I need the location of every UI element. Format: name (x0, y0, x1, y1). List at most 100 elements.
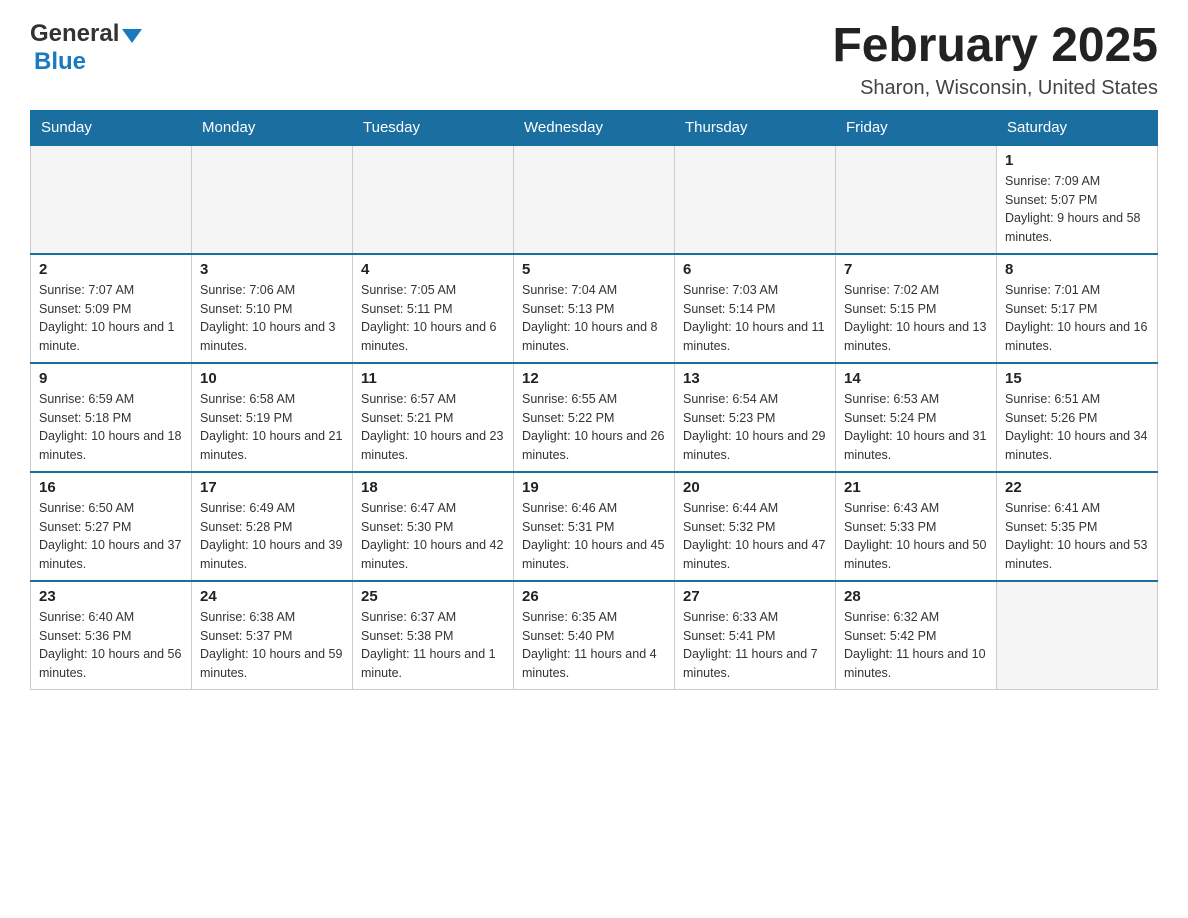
calendar-day-cell: 25Sunrise: 6:37 AMSunset: 5:38 PMDayligh… (353, 581, 514, 690)
day-info-text: Sunset: 5:07 PM (1005, 191, 1149, 210)
calendar-day-cell: 14Sunrise: 6:53 AMSunset: 5:24 PMDayligh… (836, 363, 997, 472)
calendar-day-cell: 15Sunrise: 6:51 AMSunset: 5:26 PMDayligh… (997, 363, 1158, 472)
day-info-text: Sunset: 5:26 PM (1005, 409, 1149, 428)
calendar-day-header: Wednesday (514, 110, 675, 145)
day-info-text: Sunrise: 6:41 AM (1005, 499, 1149, 518)
day-number: 10 (200, 370, 344, 387)
day-info-text: Sunset: 5:42 PM (844, 627, 988, 646)
calendar-day-cell: 9Sunrise: 6:59 AMSunset: 5:18 PMDaylight… (31, 363, 192, 472)
day-info-text: Sunrise: 6:59 AM (39, 390, 183, 409)
day-number: 28 (844, 588, 988, 605)
day-number: 4 (361, 261, 505, 278)
calendar-week-row: 2Sunrise: 7:07 AMSunset: 5:09 PMDaylight… (31, 254, 1158, 363)
calendar-day-cell (836, 145, 997, 254)
day-number: 24 (200, 588, 344, 605)
calendar-week-row: 9Sunrise: 6:59 AMSunset: 5:18 PMDaylight… (31, 363, 1158, 472)
day-info-text: Daylight: 10 hours and 47 minutes. (683, 536, 827, 574)
calendar-day-cell: 18Sunrise: 6:47 AMSunset: 5:30 PMDayligh… (353, 472, 514, 581)
calendar-day-cell (675, 145, 836, 254)
calendar-day-cell: 3Sunrise: 7:06 AMSunset: 5:10 PMDaylight… (192, 254, 353, 363)
day-info-text: Sunrise: 6:47 AM (361, 499, 505, 518)
day-info-text: Daylight: 10 hours and 31 minutes. (844, 427, 988, 465)
day-number: 20 (683, 479, 827, 496)
day-info-text: Sunset: 5:09 PM (39, 300, 183, 319)
day-info-text: Sunset: 5:27 PM (39, 518, 183, 537)
day-info-text: Daylight: 10 hours and 26 minutes. (522, 427, 666, 465)
calendar-day-cell: 13Sunrise: 6:54 AMSunset: 5:23 PMDayligh… (675, 363, 836, 472)
day-number: 7 (844, 261, 988, 278)
calendar-day-cell: 6Sunrise: 7:03 AMSunset: 5:14 PMDaylight… (675, 254, 836, 363)
day-info-text: Sunrise: 7:03 AM (683, 281, 827, 300)
day-number: 26 (522, 588, 666, 605)
day-number: 13 (683, 370, 827, 387)
calendar-week-row: 23Sunrise: 6:40 AMSunset: 5:36 PMDayligh… (31, 581, 1158, 690)
day-info-text: Sunset: 5:13 PM (522, 300, 666, 319)
day-number: 19 (522, 479, 666, 496)
day-info-text: Sunrise: 6:40 AM (39, 608, 183, 627)
day-info-text: Sunrise: 6:32 AM (844, 608, 988, 627)
calendar-day-cell: 12Sunrise: 6:55 AMSunset: 5:22 PMDayligh… (514, 363, 675, 472)
calendar-day-cell: 22Sunrise: 6:41 AMSunset: 5:35 PMDayligh… (997, 472, 1158, 581)
calendar-day-cell (997, 581, 1158, 690)
calendar-day-cell: 10Sunrise: 6:58 AMSunset: 5:19 PMDayligh… (192, 363, 353, 472)
day-number: 12 (522, 370, 666, 387)
day-number: 25 (361, 588, 505, 605)
calendar-day-cell: 16Sunrise: 6:50 AMSunset: 5:27 PMDayligh… (31, 472, 192, 581)
calendar-header-row: SundayMondayTuesdayWednesdayThursdayFrid… (31, 110, 1158, 145)
day-number: 9 (39, 370, 183, 387)
calendar-day-header: Sunday (31, 110, 192, 145)
day-info-text: Sunrise: 6:38 AM (200, 608, 344, 627)
day-info-text: Sunset: 5:10 PM (200, 300, 344, 319)
calendar-day-cell: 11Sunrise: 6:57 AMSunset: 5:21 PMDayligh… (353, 363, 514, 472)
day-info-text: Daylight: 11 hours and 7 minutes. (683, 645, 827, 683)
day-info-text: Daylight: 10 hours and 11 minutes. (683, 318, 827, 356)
day-info-text: Sunset: 5:28 PM (200, 518, 344, 537)
day-info-text: Sunrise: 6:43 AM (844, 499, 988, 518)
calendar-day-header: Friday (836, 110, 997, 145)
day-number: 21 (844, 479, 988, 496)
calendar-week-row: 16Sunrise: 6:50 AMSunset: 5:27 PMDayligh… (31, 472, 1158, 581)
day-info-text: Sunrise: 6:33 AM (683, 608, 827, 627)
day-info-text: Daylight: 10 hours and 1 minute. (39, 318, 183, 356)
day-info-text: Daylight: 10 hours and 59 minutes. (200, 645, 344, 683)
calendar-day-header: Thursday (675, 110, 836, 145)
calendar-day-cell: 19Sunrise: 6:46 AMSunset: 5:31 PMDayligh… (514, 472, 675, 581)
day-info-text: Daylight: 11 hours and 4 minutes. (522, 645, 666, 683)
day-info-text: Sunrise: 7:04 AM (522, 281, 666, 300)
calendar-day-cell (31, 145, 192, 254)
day-info-text: Daylight: 10 hours and 42 minutes. (361, 536, 505, 574)
day-info-text: Sunrise: 7:07 AM (39, 281, 183, 300)
calendar-week-row: 1Sunrise: 7:09 AMSunset: 5:07 PMDaylight… (31, 145, 1158, 254)
day-info-text: Sunset: 5:23 PM (683, 409, 827, 428)
day-info-text: Sunrise: 6:54 AM (683, 390, 827, 409)
day-number: 18 (361, 479, 505, 496)
calendar-day-cell: 5Sunrise: 7:04 AMSunset: 5:13 PMDaylight… (514, 254, 675, 363)
day-number: 23 (39, 588, 183, 605)
day-info-text: Sunset: 5:38 PM (361, 627, 505, 646)
day-number: 16 (39, 479, 183, 496)
day-info-text: Sunset: 5:41 PM (683, 627, 827, 646)
day-info-text: Daylight: 10 hours and 13 minutes. (844, 318, 988, 356)
calendar-day-cell: 17Sunrise: 6:49 AMSunset: 5:28 PMDayligh… (192, 472, 353, 581)
day-info-text: Sunset: 5:21 PM (361, 409, 505, 428)
day-info-text: Sunset: 5:19 PM (200, 409, 344, 428)
day-info-text: Sunrise: 7:09 AM (1005, 172, 1149, 191)
day-number: 6 (683, 261, 827, 278)
day-info-text: Sunrise: 7:02 AM (844, 281, 988, 300)
day-number: 15 (1005, 370, 1149, 387)
calendar-day-cell: 20Sunrise: 6:44 AMSunset: 5:32 PMDayligh… (675, 472, 836, 581)
calendar-day-cell: 7Sunrise: 7:02 AMSunset: 5:15 PMDaylight… (836, 254, 997, 363)
day-number: 3 (200, 261, 344, 278)
day-info-text: Sunrise: 7:06 AM (200, 281, 344, 300)
calendar-day-cell (353, 145, 514, 254)
calendar-day-header: Saturday (997, 110, 1158, 145)
calendar-day-cell: 28Sunrise: 6:32 AMSunset: 5:42 PMDayligh… (836, 581, 997, 690)
day-info-text: Sunrise: 6:57 AM (361, 390, 505, 409)
day-info-text: Sunset: 5:22 PM (522, 409, 666, 428)
logo-blue-text: Blue (34, 48, 86, 75)
calendar-day-cell: 4Sunrise: 7:05 AMSunset: 5:11 PMDaylight… (353, 254, 514, 363)
day-number: 17 (200, 479, 344, 496)
day-number: 22 (1005, 479, 1149, 496)
day-info-text: Sunrise: 6:35 AM (522, 608, 666, 627)
day-info-text: Daylight: 10 hours and 39 minutes. (200, 536, 344, 574)
